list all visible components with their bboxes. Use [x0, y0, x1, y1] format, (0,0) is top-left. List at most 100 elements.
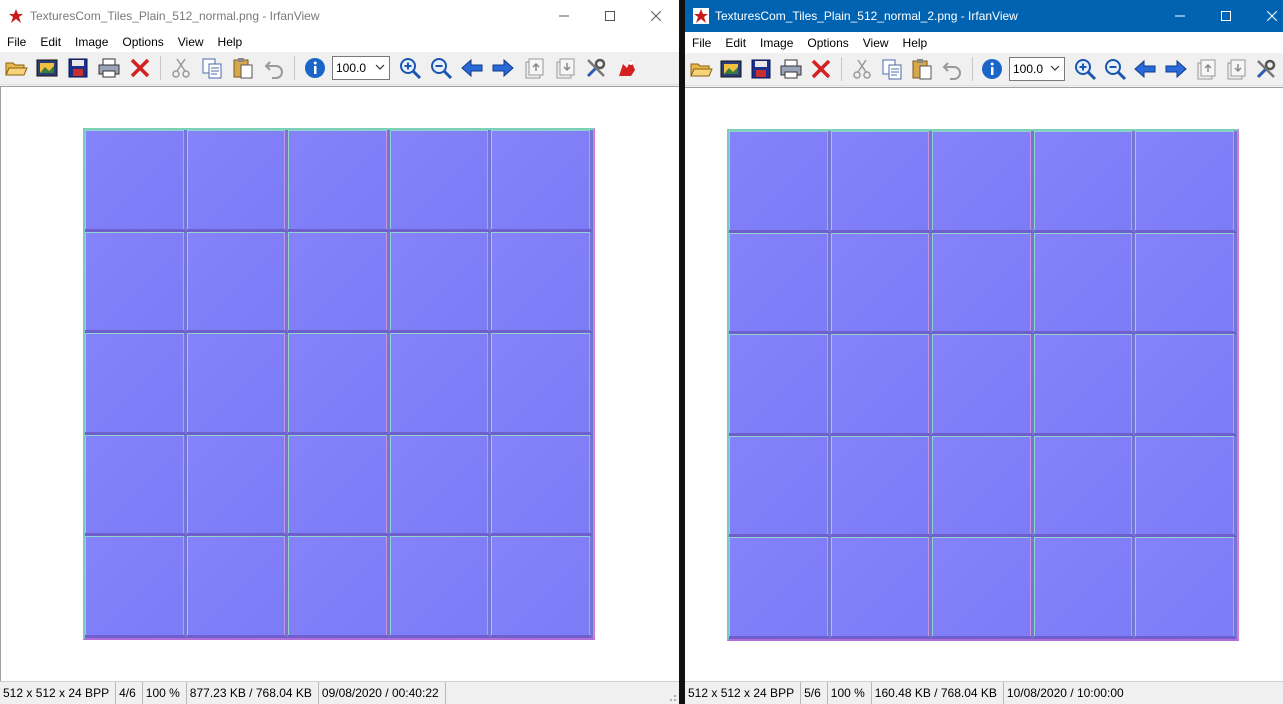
copy-button[interactable] — [198, 54, 226, 82]
save-button[interactable] — [747, 55, 774, 83]
status-datetime: 10/08/2020 / 10:00:00 — [1006, 685, 1124, 700]
previous-button[interactable] — [1132, 55, 1159, 83]
tile — [288, 333, 390, 435]
settings-button[interactable] — [582, 54, 610, 82]
status-index: 5/6 — [801, 681, 828, 704]
last-page-button[interactable] — [1222, 55, 1249, 83]
menu-view[interactable]: View — [856, 33, 896, 53]
tile — [830, 131, 933, 233]
slideshow-icon — [36, 59, 58, 77]
tile — [186, 130, 289, 232]
minimize-button[interactable] — [1157, 0, 1203, 32]
paste-button[interactable] — [229, 54, 257, 82]
last-page-button[interactable] — [551, 54, 579, 82]
print-button[interactable] — [95, 54, 123, 82]
open-button[interactable] — [2, 54, 30, 82]
settings-icon — [1257, 59, 1276, 79]
close-button[interactable] — [633, 0, 679, 32]
last-page-icon — [1227, 59, 1246, 80]
maximize-button[interactable] — [587, 0, 633, 32]
menu-bar: File Edit Image Options View Help — [0, 32, 679, 52]
info-button[interactable] — [301, 54, 329, 82]
menu-file[interactable]: File — [685, 33, 718, 53]
delete-button[interactable] — [126, 54, 154, 82]
menu-image[interactable]: Image — [753, 33, 800, 53]
next-button[interactable] — [489, 54, 517, 82]
tile — [491, 536, 593, 638]
save-button[interactable] — [64, 54, 92, 82]
cut-button[interactable] — [167, 54, 195, 82]
open-folder-icon — [689, 63, 713, 77]
minimize-button[interactable] — [541, 0, 587, 32]
menu-edit[interactable]: Edit — [33, 32, 68, 52]
tile — [186, 231, 289, 334]
title-bar[interactable]: TexturesCom_Tiles_Plain_512_normal_2.png… — [685, 0, 1283, 32]
tile — [85, 231, 187, 334]
toolbar-separator — [294, 56, 295, 80]
copy-button[interactable] — [878, 55, 905, 83]
status-file-size: 877.23 KB / 768.04 KB — [187, 681, 319, 704]
paste-button[interactable] — [908, 55, 935, 83]
tile — [1135, 537, 1237, 639]
first-page-button[interactable] — [520, 54, 548, 82]
title-bar[interactable]: TexturesCom_Tiles_Plain_512_normal.png -… — [0, 0, 679, 32]
toolbar: 100.0 — [0, 52, 679, 85]
close-icon — [1267, 11, 1277, 21]
irfan-icon — [619, 60, 635, 76]
previous-icon — [1134, 59, 1156, 79]
zoom-select[interactable]: 100.0 — [1008, 57, 1066, 81]
cut-icon — [172, 58, 190, 78]
irfanview-window-right[interactable]: TexturesCom_Tiles_Plain_512_normal_2.png… — [685, 0, 1283, 704]
zoom-in-button[interactable] — [1071, 55, 1098, 83]
menu-help[interactable]: Help — [211, 32, 250, 52]
save-icon — [751, 59, 771, 79]
undo-button[interactable] — [260, 54, 288, 82]
delete-button[interactable] — [808, 55, 835, 83]
tile — [932, 131, 1034, 233]
zoom-out-icon — [431, 58, 453, 80]
tile — [186, 536, 289, 638]
slideshow-button[interactable] — [717, 55, 744, 83]
open-button[interactable] — [687, 55, 714, 83]
cut-button[interactable] — [848, 55, 875, 83]
zoom-in-button[interactable] — [396, 54, 424, 82]
status-zoom: 100 % — [828, 681, 872, 704]
status-dimensions: 512 x 512 x 24 BPP — [685, 681, 802, 704]
irfanview-window-left[interactable]: TexturesCom_Tiles_Plain_512_normal.png -… — [0, 0, 679, 704]
next-button[interactable] — [1162, 55, 1189, 83]
next-icon — [492, 58, 514, 78]
resize-grip-icon[interactable] — [667, 692, 677, 702]
tile — [729, 537, 831, 639]
first-page-icon — [525, 58, 544, 79]
image-canvas[interactable] — [685, 87, 1283, 681]
menu-file[interactable]: File — [0, 32, 33, 52]
menu-help[interactable]: Help — [896, 33, 935, 53]
close-button[interactable] — [1249, 0, 1283, 32]
toolbar-separator — [841, 57, 842, 81]
menu-edit[interactable]: Edit — [718, 33, 753, 53]
tile — [85, 434, 187, 537]
irfan-button[interactable] — [613, 54, 641, 82]
maximize-button[interactable] — [1203, 0, 1249, 32]
first-page-button[interactable] — [1192, 55, 1219, 83]
menu-options[interactable]: Options — [115, 32, 170, 52]
previous-button[interactable] — [458, 54, 486, 82]
menu-view[interactable]: View — [171, 32, 211, 52]
tile — [830, 435, 933, 538]
menu-options[interactable]: Options — [800, 33, 855, 53]
zoom-out-button[interactable] — [1102, 55, 1129, 83]
image-canvas[interactable] — [0, 86, 679, 681]
tile — [830, 232, 933, 335]
undo-button[interactable] — [939, 55, 966, 83]
slideshow-icon — [720, 60, 742, 78]
tile — [932, 435, 1034, 538]
tile — [85, 130, 187, 232]
print-button[interactable] — [778, 55, 805, 83]
info-button[interactable] — [979, 55, 1006, 83]
tile — [186, 333, 289, 435]
settings-button[interactable] — [1253, 55, 1280, 83]
slideshow-button[interactable] — [33, 54, 61, 82]
zoom-select[interactable]: 100.0 — [332, 56, 390, 80]
menu-image[interactable]: Image — [68, 32, 115, 52]
zoom-out-button[interactable] — [427, 54, 455, 82]
